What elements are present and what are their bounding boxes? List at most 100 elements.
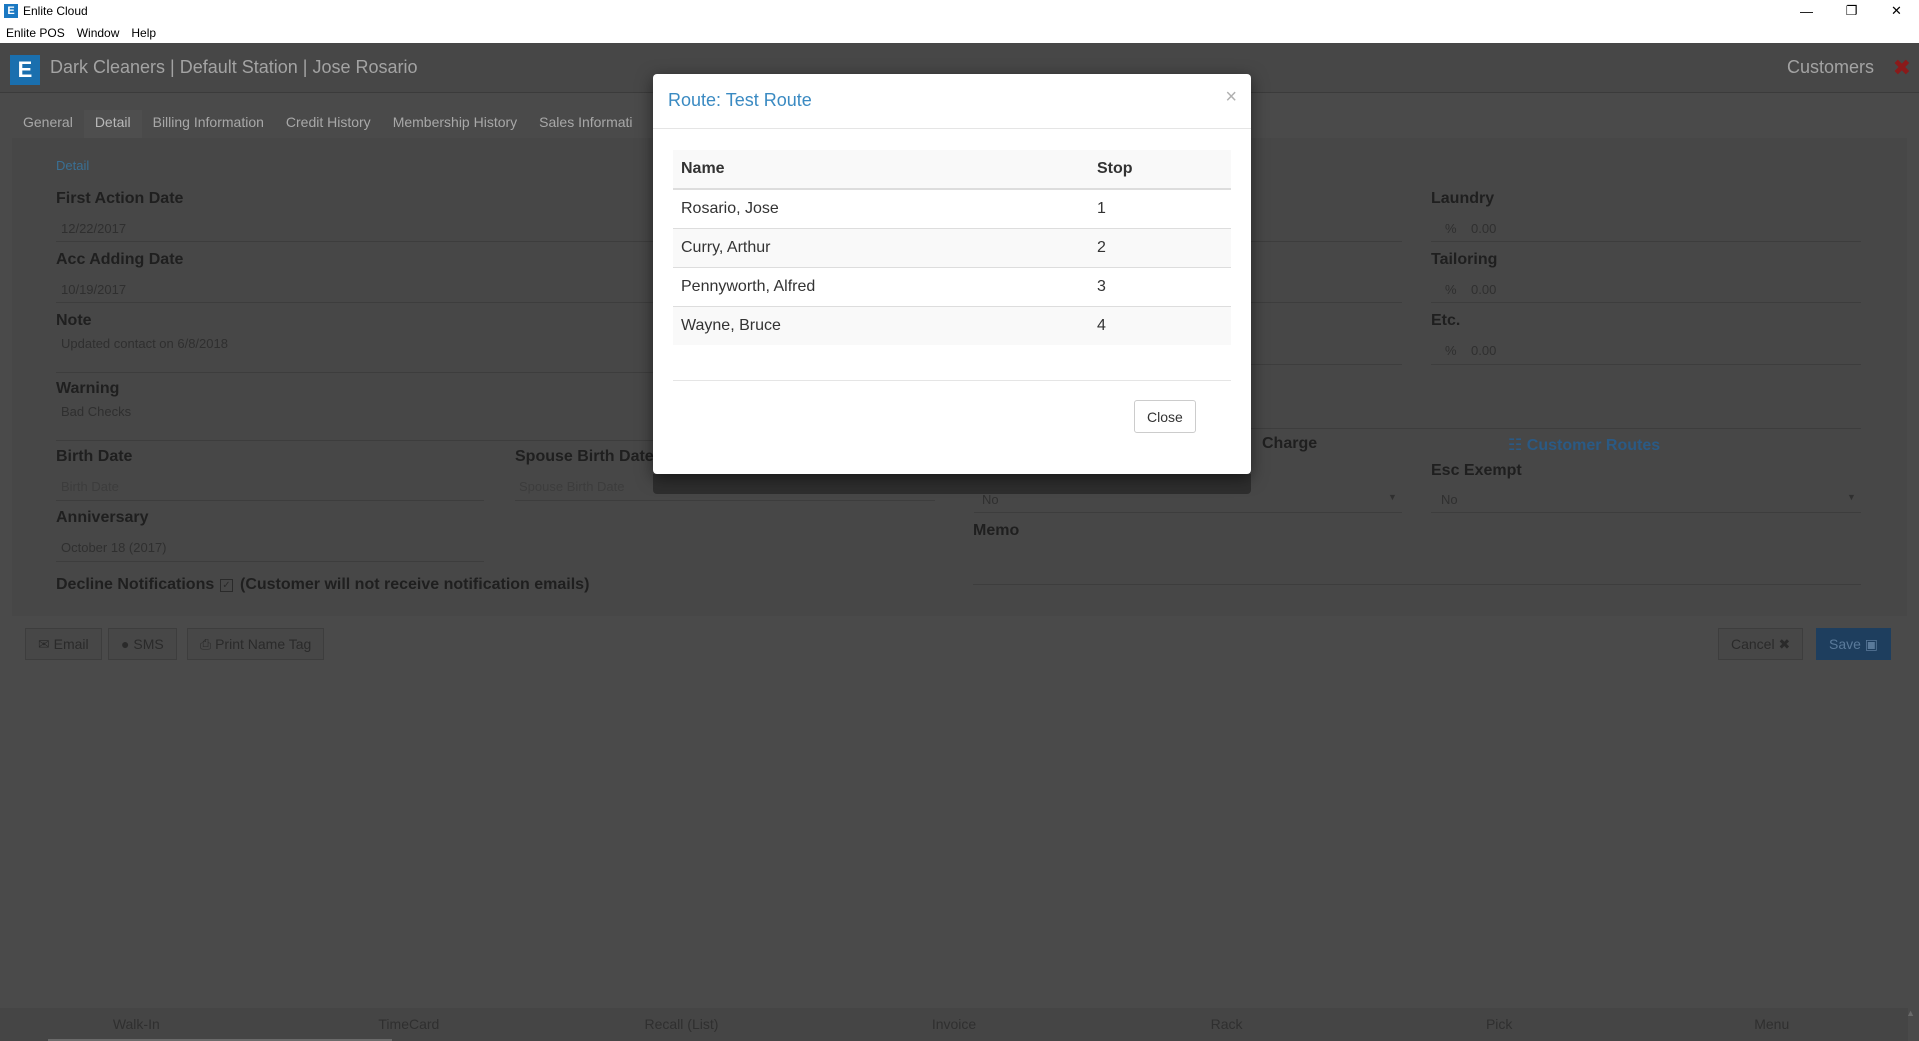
etc-label: Etc. (1431, 312, 1461, 329)
chevron-down-icon: ▼ (1388, 492, 1397, 502)
divider (974, 512, 1402, 513)
scroll-up-icon[interactable]: ▲ (1906, 1008, 1915, 1018)
tab-general[interactable]: General (12, 110, 84, 138)
detail-section-link[interactable]: Detail (56, 158, 89, 173)
warning-label: Warning (56, 380, 120, 397)
nav-menu[interactable]: Menu (1635, 1008, 1908, 1041)
chevron-down-icon: ▼ (1847, 492, 1856, 502)
floppy-disk-icon: ▣ (1860, 635, 1879, 652)
acc-adding-date-field[interactable]: 10/19/2017 (61, 282, 126, 297)
print-name-tag-button[interactable]: ⎙ Print Name Tag (187, 628, 325, 660)
tab-credit-history[interactable]: Credit History (275, 110, 382, 138)
divider (56, 372, 656, 373)
restore-icon[interactable]: ❐ (1829, 0, 1874, 22)
etc-input[interactable]: 0.00 (1471, 343, 1496, 358)
birth-date-input[interactable]: Birth Date (61, 479, 119, 494)
modal-title: Route: Test Route (668, 90, 812, 110)
cell-stop: 4 (1089, 305, 1231, 345)
note-field[interactable]: Updated contact on 6/8/2018 (61, 336, 228, 351)
divider (56, 440, 656, 441)
save-button-label: Save (1829, 636, 1861, 652)
table-row[interactable]: Curry, Arthur 2 (673, 227, 1231, 267)
laundry-label: Laundry (1431, 190, 1495, 207)
esc-exempt-label: Esc Exempt (1431, 462, 1522, 479)
close-customer-icon[interactable]: ✖ (1893, 55, 1911, 81)
nav-timecard[interactable]: TimeCard (273, 1008, 546, 1041)
divider (56, 302, 656, 303)
menu-help[interactable]: Help (131, 26, 156, 40)
route-modal: Route: Test Route × Name Stop Rosario, J… (653, 74, 1251, 474)
cell-stop: 2 (1089, 227, 1231, 267)
nav-walk-in[interactable]: Walk-In (0, 1008, 273, 1041)
section-title: Customers (1786, 57, 1874, 77)
birth-date-label: Birth Date (56, 448, 133, 465)
page-title: Dark Cleaners | Default Station | Jose R… (50, 57, 418, 77)
laundry-input[interactable]: 0.00 (1471, 221, 1496, 236)
divider (1237, 302, 1402, 303)
table-row[interactable]: Pennyworth, Alfred 3 (673, 266, 1231, 306)
spouse-birth-date-input[interactable]: Spouse Birth Date (519, 479, 625, 494)
modal-body: Name Stop Rosario, Jose 1 Curry, Arthur … (653, 129, 1251, 345)
divider (1237, 241, 1402, 242)
tab-billing-information[interactable]: Billing Information (142, 110, 275, 138)
cell-name: Pennyworth, Alfred (673, 266, 1089, 306)
table-row[interactable]: Wayne, Bruce 4 (673, 305, 1231, 345)
route-stops-table: Name Stop Rosario, Jose 1 Curry, Arthur … (673, 150, 1231, 345)
spouse-birth-date-label: Spouse Birth Date (515, 448, 654, 465)
save-button[interactable]: Save ▣ (1816, 628, 1892, 660)
divider (673, 380, 1231, 381)
anniversary-field[interactable]: October 18 (2017) (61, 540, 167, 555)
menu-enlite-pos[interactable]: Enlite POS (6, 26, 65, 40)
divider (515, 500, 935, 501)
nav-pick[interactable]: Pick (1363, 1008, 1636, 1041)
decline-notifications-note: (Customer will not receive notification … (240, 576, 590, 593)
divider (1431, 364, 1861, 365)
divider (56, 561, 484, 562)
charge-label: Charge (1262, 435, 1318, 452)
email-button[interactable]: ✉ Email (25, 628, 102, 660)
close-icon[interactable]: × (1225, 86, 1237, 109)
table-row[interactable]: Rosario, Jose 1 (673, 188, 1231, 228)
esc-exempt-select[interactable]: No (1441, 492, 1458, 507)
tab-membership-history[interactable]: Membership History (382, 110, 528, 138)
close-icon: ✖ (1774, 635, 1791, 652)
close-window-icon[interactable]: ✕ (1874, 0, 1919, 22)
divider (1237, 428, 1861, 429)
window-title: Enlite Cloud (23, 4, 88, 18)
tab-detail[interactable]: Detail (83, 110, 142, 138)
cancel-button[interactable]: Cancel ✖ (1718, 628, 1804, 660)
sms-button[interactable]: ● SMS (108, 628, 177, 660)
nav-recall-list[interactable]: Recall (List) (545, 1008, 818, 1041)
charge-select[interactable]: No (982, 492, 999, 507)
menu-window[interactable]: Window (77, 26, 120, 40)
modal-underlay (653, 474, 1251, 494)
envelope-icon: ✉ (38, 635, 54, 652)
divider (56, 500, 484, 501)
divider (1431, 241, 1861, 242)
decline-notifications-label: Decline Notifications (56, 576, 215, 593)
print-name-tag-label: Print Name Tag (215, 636, 312, 652)
first-action-date-label: First Action Date (56, 190, 184, 207)
minimize-icon[interactable]: — (1784, 0, 1829, 22)
menu-bar: Enlite POS Window Help (0, 22, 1919, 43)
close-button[interactable]: Close (1134, 400, 1196, 433)
enlite-logo-icon: E (10, 55, 40, 85)
nav-rack[interactable]: Rack (1090, 1008, 1363, 1041)
warning-field[interactable]: Bad Checks (61, 404, 131, 419)
column-header-stop: Stop (1089, 150, 1231, 190)
cell-stop: 1 (1089, 188, 1231, 228)
column-header-name: Name (673, 150, 1089, 190)
customer-routes-link[interactable]: ☷ Customer Routes (1508, 435, 1660, 455)
decline-notifications-checkbox[interactable]: ✓ (220, 579, 233, 592)
email-button-label: Email (53, 636, 89, 652)
nav-invoice[interactable]: Invoice (818, 1008, 1091, 1041)
divider (56, 241, 656, 242)
cell-stop: 3 (1089, 266, 1231, 306)
tailoring-input[interactable]: 0.00 (1471, 282, 1496, 297)
tab-sales-information[interactable]: Sales Informati (528, 110, 643, 138)
memo-label: Memo (973, 522, 1020, 539)
cancel-button-label: Cancel (1731, 636, 1775, 652)
first-action-date-field[interactable]: 12/22/2017 (61, 221, 126, 236)
comment-icon: ● (121, 636, 134, 652)
print-icon: ⎙ (200, 635, 216, 652)
